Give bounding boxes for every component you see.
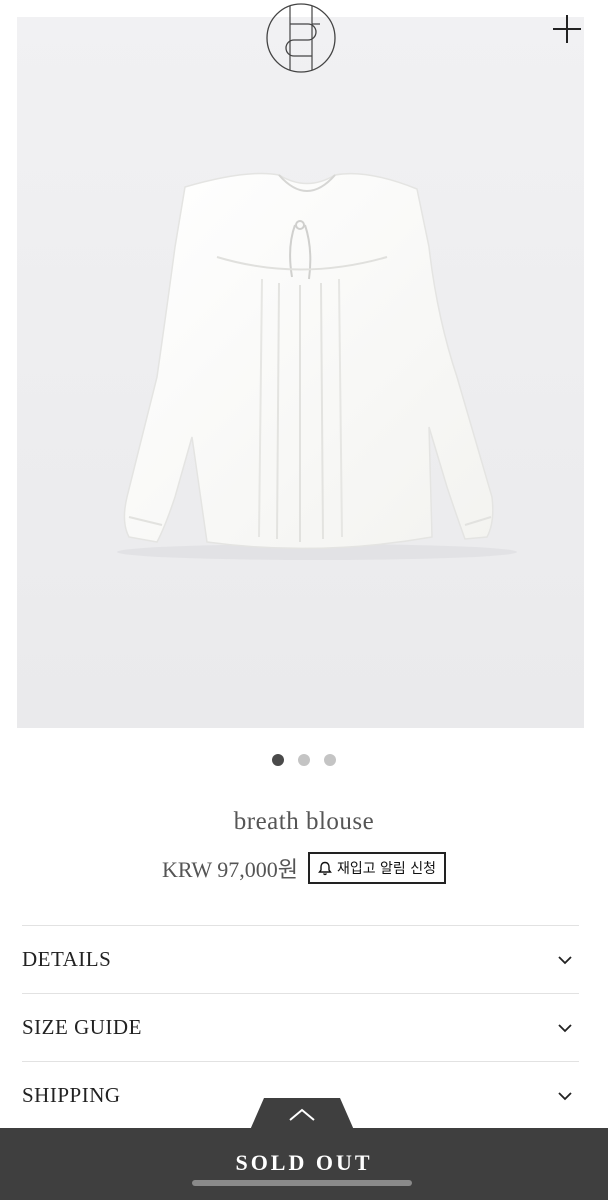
gallery-dot[interactable]	[272, 754, 284, 766]
plus-icon	[553, 15, 581, 43]
price-row: KRW 97,000원 재입고 알림 신청	[0, 852, 608, 884]
bottom-bar-expand-tab[interactable]	[250, 1098, 354, 1130]
gallery-dot[interactable]	[324, 754, 336, 766]
chevron-up-icon	[250, 1098, 354, 1130]
accordion-label: DETAILS	[22, 947, 112, 971]
home-indicator	[192, 1180, 412, 1186]
accordion-details[interactable]: DETAILS	[22, 925, 579, 993]
restock-alert-label: 재입고 알림 신청	[336, 861, 437, 877]
product-image[interactable]	[17, 17, 584, 728]
brand-logo[interactable]	[265, 2, 337, 74]
accordion-label: SIZE GUIDE	[22, 1015, 142, 1039]
bell-icon	[318, 861, 332, 875]
blouse-illustration	[17, 17, 584, 728]
chevron-down-icon	[558, 1091, 572, 1100]
brand-monogram-icon	[266, 3, 336, 73]
product-price: KRW 97,000원	[161, 857, 298, 882]
sold-out-button[interactable]: SOLD OUT	[0, 1150, 608, 1176]
gallery-dot[interactable]	[298, 754, 310, 766]
restock-alert-button[interactable]: 재입고 알림 신청	[307, 852, 447, 884]
accordion-size-guide[interactable]: SIZE GUIDE	[22, 993, 579, 1061]
menu-button[interactable]	[550, 12, 584, 46]
chevron-down-icon	[558, 1023, 572, 1032]
chevron-down-icon	[558, 955, 572, 964]
gallery-pagination	[0, 754, 608, 766]
accordion-label: SHIPPING	[22, 1083, 121, 1107]
product-name: breath blouse	[233, 808, 375, 835]
